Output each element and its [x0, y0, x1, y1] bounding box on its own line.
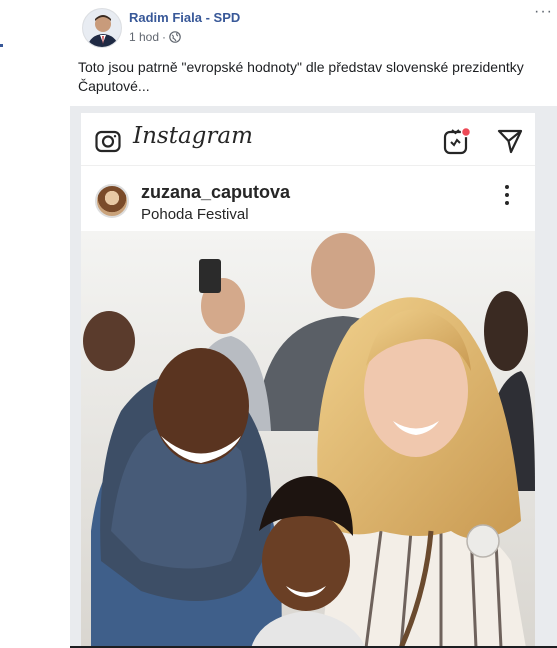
more-vertical-icon — [505, 185, 509, 209]
instagram-avatar — [95, 184, 129, 218]
post-time[interactable]: 1 hod — [129, 30, 159, 44]
author-avatar[interactable] — [82, 8, 122, 48]
left-edge-marker — [0, 44, 3, 47]
meta-separator: · — [162, 30, 167, 44]
instagram-location: Pohoda Festival — [141, 206, 249, 223]
post-text: Toto jsou patrně "evropské hodnoty" dle … — [78, 59, 524, 94]
author-name[interactable]: Radim Fiala - SPD — [129, 10, 240, 25]
post-image[interactable]: Instagram zuzana_caputova Pohoda Festiva… — [70, 106, 557, 648]
post-meta: 1 hod · — [129, 30, 181, 44]
direct-send-icon — [497, 129, 523, 154]
globe-icon[interactable] — [169, 31, 181, 43]
photo — [81, 231, 535, 648]
facebook-post: Radim Fiala - SPD 1 hod · ··· Toto jsou … — [70, 0, 557, 648]
igtv-icon — [443, 126, 472, 155]
camera-icon — [95, 130, 121, 153]
instagram-logo: Instagram — [133, 123, 253, 149]
post-options-button[interactable]: ··· — [534, 3, 553, 21]
instagram-screenshot: Instagram zuzana_caputova Pohoda Festiva… — [81, 113, 535, 648]
instagram-user-row: zuzana_caputova Pohoda Festival — [81, 166, 535, 231]
instagram-header: Instagram — [81, 113, 535, 166]
instagram-username: zuzana_caputova — [141, 182, 291, 202]
